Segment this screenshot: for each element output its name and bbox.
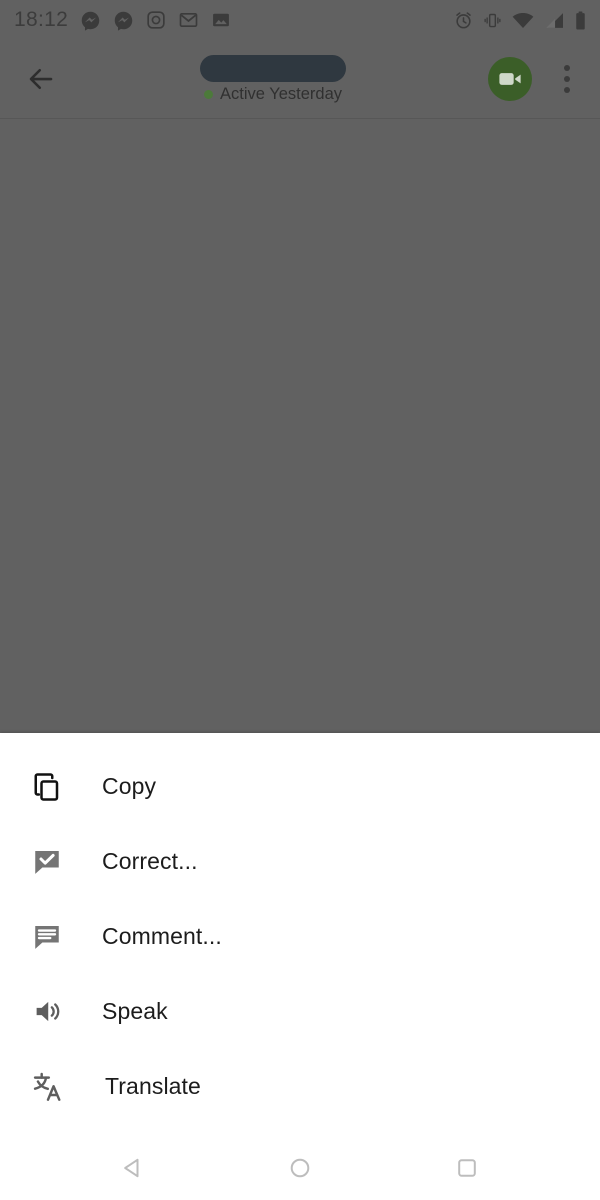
phone-screen: 18:12 Active Yesterday Copy Correct... C… (0, 0, 600, 1200)
presence-indicator: Active Yesterday (204, 85, 342, 104)
battery-icon (576, 11, 585, 29)
menu-item-label: Copy (102, 773, 157, 799)
menu-item-label: Correct... (102, 848, 198, 874)
conversation-toolbar: Active Yesterday (0, 40, 600, 118)
comment-bubble-icon (18, 922, 76, 952)
copy-icon (18, 772, 76, 802)
nav-back-button[interactable] (107, 1142, 159, 1194)
recents-square-icon (458, 1159, 476, 1177)
spellcheck-bubble-icon (18, 847, 76, 877)
menu-item-correct[interactable]: Correct... (0, 824, 600, 899)
home-circle-icon (290, 1158, 310, 1178)
menu-item-label: Comment... (102, 923, 222, 949)
cellular-signal-icon (546, 12, 563, 28)
back-arrow-icon (29, 68, 53, 90)
translate-icon (18, 1071, 76, 1102)
back-triangle-icon (124, 1158, 139, 1178)
toolbar-divider (0, 118, 600, 119)
gmail-icon (179, 12, 198, 28)
menu-item-label: Speak (102, 998, 168, 1024)
nav-recents-button[interactable] (441, 1142, 493, 1194)
more-vertical-icon (564, 76, 570, 82)
status-bar: 18:12 (0, 0, 600, 40)
presence-dot-icon (204, 89, 213, 99)
alarm-icon (456, 11, 471, 28)
status-bar-left-group: 18:12 (14, 8, 231, 32)
status-bar-clock: 18:12 (14, 8, 69, 31)
menu-item-comment[interactable]: Comment... (0, 899, 600, 974)
video-call-button[interactable] (488, 57, 532, 101)
contact-name-redacted (200, 54, 346, 82)
text-selection-context-menu: Copy Correct... Comment... Speak Transla… (0, 733, 600, 1200)
overflow-menu-button[interactable] (552, 57, 582, 101)
presence-label: Active Yesterday (220, 84, 342, 103)
menu-item-speak[interactable]: Speak (0, 974, 600, 1049)
messenger-icon (114, 11, 133, 31)
menu-item-copy[interactable]: Copy (0, 749, 600, 824)
more-vertical-icon (564, 87, 570, 93)
menu-item-translate[interactable]: Translate (0, 1049, 600, 1124)
speaker-icon (18, 997, 76, 1026)
nav-home-button[interactable] (274, 1142, 326, 1194)
wifi-icon (512, 12, 534, 28)
photos-icon (213, 13, 229, 27)
more-vertical-icon (564, 65, 570, 71)
contact-title-block[interactable]: Active Yesterday (58, 54, 488, 104)
video-camera-icon (499, 73, 521, 85)
instagram-icon (147, 11, 165, 29)
messenger-icon (81, 11, 100, 31)
vibrate-icon (484, 13, 501, 27)
menu-item-label: Translate (105, 1073, 201, 1099)
status-bar-right-group (454, 11, 586, 30)
android-navigation-bar (0, 1136, 600, 1200)
